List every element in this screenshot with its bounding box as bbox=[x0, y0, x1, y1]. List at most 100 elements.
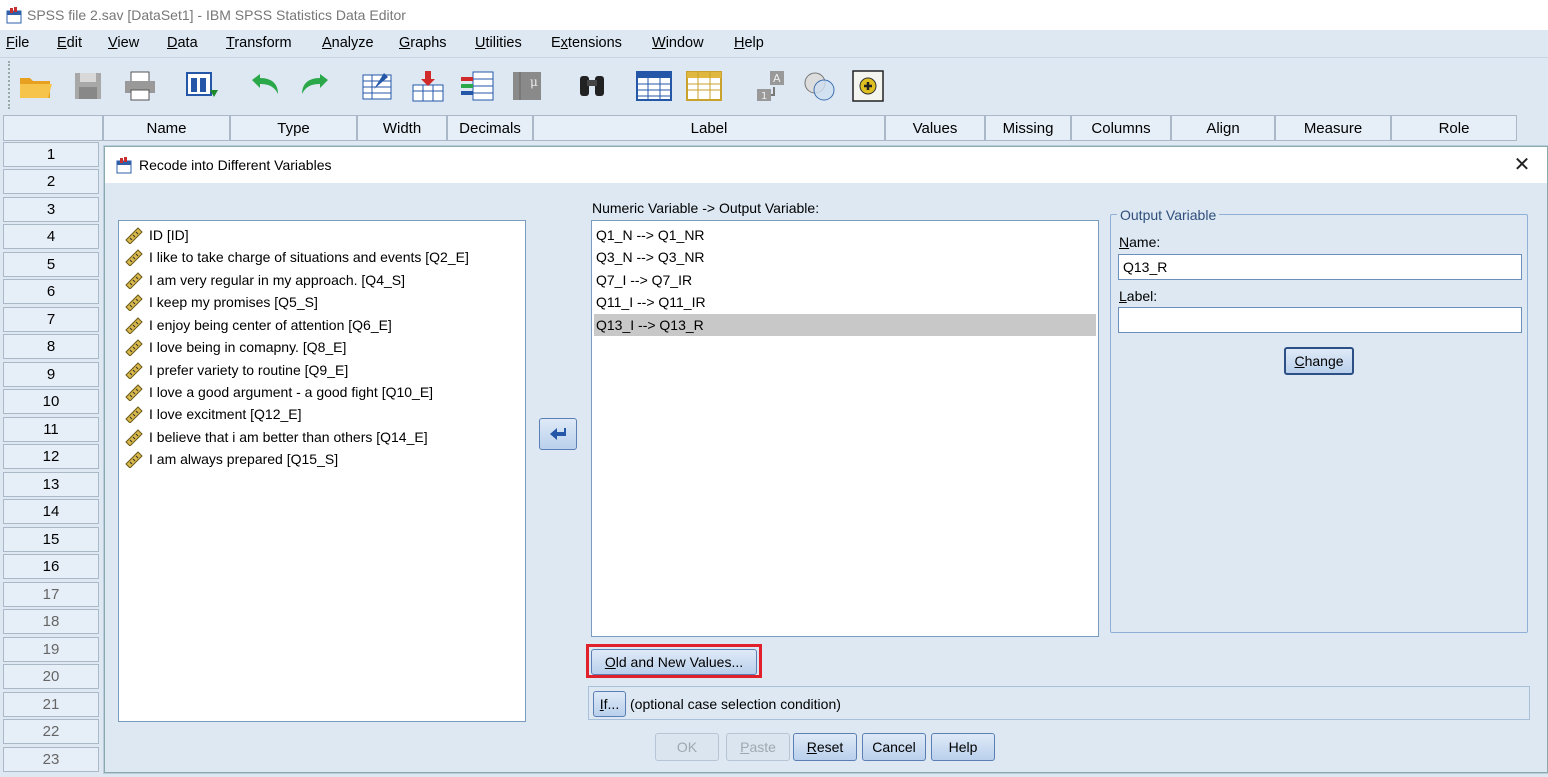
goto-variable-icon[interactable] bbox=[408, 66, 448, 106]
column-header-missing[interactable]: Missing bbox=[985, 115, 1071, 141]
menu-edit[interactable]: Edit bbox=[57, 35, 82, 51]
undo-icon[interactable] bbox=[244, 66, 284, 106]
menu-help[interactable]: Help bbox=[734, 35, 764, 51]
menu-file[interactable]: File bbox=[6, 35, 29, 51]
reset-button[interactable]: Reset bbox=[793, 733, 857, 761]
row-header[interactable]: 19 bbox=[3, 637, 99, 662]
menu-window[interactable]: Window bbox=[652, 35, 704, 51]
list-item[interactable]: ID [ID] bbox=[125, 224, 189, 246]
row-header[interactable]: 10 bbox=[3, 389, 99, 414]
menu-data[interactable]: Data bbox=[167, 35, 198, 51]
close-icon[interactable]: ✕ bbox=[1511, 153, 1533, 176]
scale-ruler-icon bbox=[125, 383, 143, 402]
cancel-button[interactable]: Cancel bbox=[862, 733, 926, 761]
mapping-item-selected[interactable]: Q13_I --> Q13_R bbox=[594, 314, 1096, 336]
name-input[interactable]: Q13_R bbox=[1118, 254, 1522, 280]
scale-ruler-icon bbox=[125, 293, 143, 312]
column-header-width[interactable]: Width bbox=[357, 115, 447, 141]
menu-graphs[interactable]: Graphs bbox=[399, 35, 447, 51]
recode-dialog: Recode into Different Variables ✕ ID [ID… bbox=[104, 146, 1548, 773]
row-header[interactable]: 4 bbox=[3, 224, 99, 249]
find-icon[interactable] bbox=[572, 66, 612, 106]
source-variable-list[interactable]: ID [ID] I like to take charge of situati… bbox=[118, 220, 526, 722]
menu-view[interactable]: View bbox=[108, 35, 139, 51]
list-item[interactable]: I love being in comapny. [Q8_E] bbox=[125, 336, 346, 358]
list-item[interactable]: I believe that i am better than others [… bbox=[125, 426, 428, 448]
insert-cases-icon[interactable] bbox=[634, 66, 674, 106]
column-header-align[interactable]: Align bbox=[1171, 115, 1275, 141]
list-item[interactable]: I keep my promises [Q5_S] bbox=[125, 291, 318, 313]
row-header[interactable]: 7 bbox=[3, 307, 99, 332]
list-item[interactable]: I enjoy being center of attention [Q6_E] bbox=[125, 314, 392, 336]
help-button[interactable]: Help bbox=[931, 733, 995, 761]
mapping-item[interactable]: Q7_I --> Q7_IR bbox=[594, 269, 1096, 291]
row-header[interactable]: 22 bbox=[3, 719, 99, 744]
row-header[interactable]: 17 bbox=[3, 582, 99, 607]
insert-variable-icon[interactable] bbox=[684, 66, 724, 106]
menu-transform[interactable]: Transform bbox=[226, 35, 292, 51]
row-header[interactable]: 5 bbox=[3, 252, 99, 277]
numeric-output-label: Numeric Variable -> Output Variable: bbox=[592, 200, 820, 216]
redo-icon[interactable] bbox=[296, 66, 336, 106]
list-item[interactable]: I like to take charge of situations and … bbox=[125, 246, 469, 268]
change-button[interactable]: Change bbox=[1284, 347, 1354, 375]
row-header[interactable]: 8 bbox=[3, 334, 99, 359]
move-variable-button[interactable] bbox=[539, 418, 577, 450]
row-header[interactable]: 1 bbox=[3, 142, 99, 167]
row-header[interactable]: 23 bbox=[3, 747, 99, 772]
list-item[interactable]: I am always prepared [Q15_S] bbox=[125, 448, 338, 470]
split-file-icon[interactable]: A1 bbox=[752, 66, 792, 106]
row-header[interactable]: 21 bbox=[3, 692, 99, 717]
select-cases-icon[interactable] bbox=[848, 66, 888, 106]
open-folder-icon[interactable] bbox=[16, 66, 56, 106]
column-header-type[interactable]: Type bbox=[230, 115, 357, 141]
row-header[interactable]: 11 bbox=[3, 417, 99, 442]
menu-analyze[interactable]: Analyze bbox=[322, 35, 374, 51]
run-descriptives-icon[interactable]: μ bbox=[508, 66, 548, 106]
label-input[interactable] bbox=[1118, 307, 1522, 333]
row-header[interactable]: 14 bbox=[3, 499, 99, 524]
column-header-name[interactable]: Name bbox=[103, 115, 230, 141]
recall-dialog-icon[interactable] bbox=[182, 66, 222, 106]
row-header[interactable]: 18 bbox=[3, 609, 99, 634]
print-icon[interactable] bbox=[120, 66, 160, 106]
save-icon[interactable] bbox=[68, 66, 108, 106]
column-header-columns[interactable]: Columns bbox=[1071, 115, 1171, 141]
mapping-item[interactable]: Q3_N --> Q3_NR bbox=[594, 246, 1096, 268]
column-header-values[interactable]: Values bbox=[885, 115, 985, 141]
row-header[interactable]: 6 bbox=[3, 279, 99, 304]
dialog-app-icon bbox=[115, 156, 133, 174]
old-new-values-button[interactable]: Old and New Values... bbox=[591, 649, 757, 675]
mapping-item[interactable]: Q11_I --> Q11_IR bbox=[594, 291, 1096, 313]
row-header[interactable]: 9 bbox=[3, 362, 99, 387]
row-header[interactable]: 12 bbox=[3, 444, 99, 469]
row-header[interactable]: 20 bbox=[3, 664, 99, 689]
mapping-item[interactable]: Q1_N --> Q1_NR bbox=[594, 224, 1096, 246]
goto-case-icon[interactable] bbox=[358, 66, 398, 106]
row-header[interactable]: 3 bbox=[3, 197, 99, 222]
column-header-decimals[interactable]: Decimals bbox=[447, 115, 533, 141]
row-header[interactable]: 2 bbox=[3, 169, 99, 194]
row-header[interactable]: 13 bbox=[3, 472, 99, 497]
paste-button[interactable]: Paste bbox=[726, 733, 790, 761]
numeric-output-list[interactable]: Q1_N --> Q1_NR Q3_N --> Q3_NR Q7_I --> Q… bbox=[591, 220, 1099, 637]
column-header-label[interactable]: Label bbox=[533, 115, 885, 141]
menu-utilities[interactable]: Utilities bbox=[475, 35, 522, 51]
if-button[interactable]: If... bbox=[593, 691, 626, 717]
variables-icon[interactable] bbox=[458, 66, 498, 106]
output-variable-legend: Output Variable bbox=[1117, 207, 1220, 223]
ok-button[interactable]: OK bbox=[655, 733, 719, 761]
column-header-measure[interactable]: Measure bbox=[1275, 115, 1391, 141]
menu-extensions[interactable]: Extensions bbox=[551, 35, 622, 51]
weight-cases-icon[interactable] bbox=[800, 66, 840, 106]
row-header[interactable]: 16 bbox=[3, 554, 99, 579]
arrow-left-icon bbox=[550, 428, 566, 440]
column-header-role[interactable]: Role bbox=[1391, 115, 1517, 141]
list-item[interactable]: I prefer variety to routine [Q9_E] bbox=[125, 359, 348, 381]
scale-ruler-icon bbox=[125, 316, 143, 335]
list-item[interactable]: I am very regular in my approach. [Q4_S] bbox=[125, 269, 405, 291]
list-item[interactable]: I love excitment [Q12_E] bbox=[125, 403, 302, 425]
row-header[interactable]: 15 bbox=[3, 527, 99, 552]
list-item[interactable]: I love a good argument - a good fight [Q… bbox=[125, 381, 433, 403]
spss-app-icon bbox=[5, 6, 23, 24]
